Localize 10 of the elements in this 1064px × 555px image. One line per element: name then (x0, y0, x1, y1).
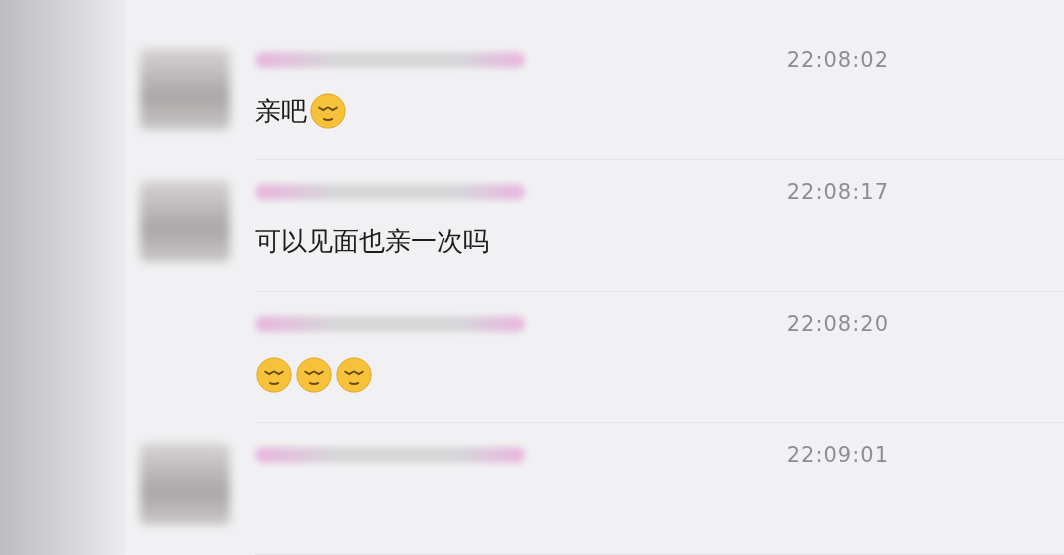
message-text: 可以见面也亲一次吗 (255, 224, 489, 258)
message-text: 亲吧 (255, 94, 307, 128)
sleepy-face-icon (335, 355, 373, 394)
sleepy-face-icon (309, 92, 347, 130)
message-time: 22:09:01 (786, 443, 889, 468)
message-time: 22:08:02 (786, 48, 889, 72)
message-time: 22:08:17 (786, 179, 889, 204)
message-time: 22:08:20 (786, 311, 889, 336)
sleepy-face-icon (255, 355, 293, 394)
sleepy-face-icon (295, 355, 333, 394)
